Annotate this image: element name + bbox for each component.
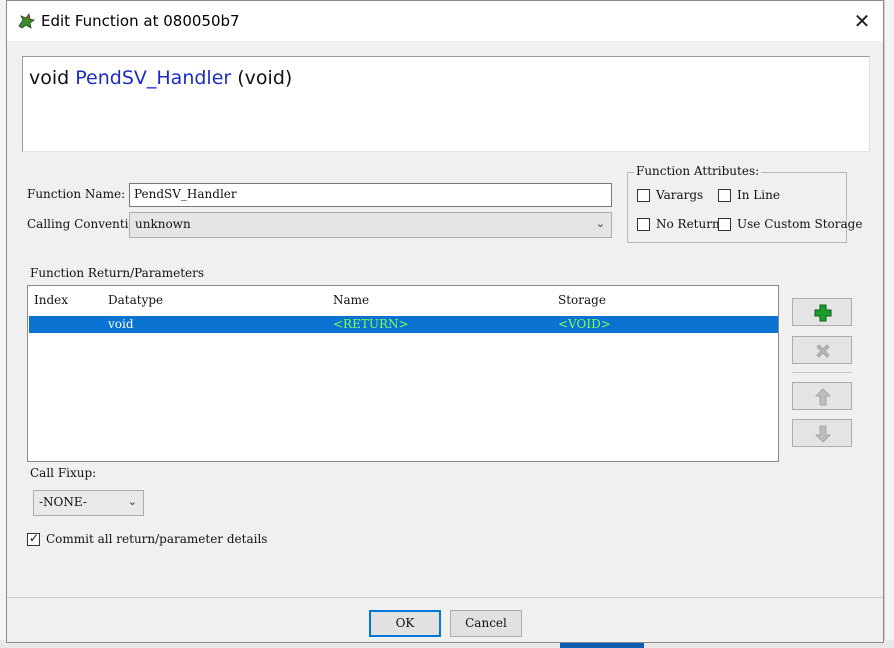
close-button[interactable]: ✕ — [847, 9, 877, 35]
custom-storage-checkbox-box[interactable] — [718, 217, 731, 231]
title-bar: Edit Function at 080050b7 ✕ — [7, 1, 883, 41]
side-buttons-separator — [792, 372, 852, 373]
no-return-label: No Return — [656, 217, 720, 231]
row-storage[interactable]: <VOID> — [558, 317, 611, 331]
cancel-button[interactable]: Cancel — [450, 610, 522, 637]
column-header-storage[interactable]: Storage — [558, 293, 606, 307]
row-datatype[interactable]: void — [108, 317, 134, 331]
signature-params: (void) — [237, 67, 293, 89]
function-name-label: Function Name: — [27, 187, 126, 201]
edit-function-dialog: Edit Function at 080050b7 ✕ void PendSV_… — [6, 0, 884, 643]
window-title: Edit Function at 080050b7 — [41, 12, 240, 30]
footer-separator — [7, 597, 883, 598]
arrow-up-icon — [815, 388, 831, 406]
call-fixup-label: Call Fixup: — [30, 466, 97, 480]
calling-convention-value: unknown — [135, 217, 191, 231]
varargs-label: Varargs — [656, 188, 704, 202]
call-fixup-select[interactable]: -NONE- ⌄ — [33, 490, 144, 516]
ok-button[interactable]: OK — [369, 610, 441, 637]
add-parameter-button[interactable] — [792, 298, 852, 326]
calling-convention-label: Calling Convention — [27, 217, 144, 231]
commit-details-checkbox[interactable]: Commit all return/parameter details — [27, 531, 268, 546]
custom-storage-label: Use Custom Storage — [737, 217, 863, 231]
inline-checkbox-box[interactable] — [718, 188, 731, 202]
remove-parameter-button[interactable] — [792, 336, 852, 364]
arrow-down-icon — [815, 425, 831, 443]
row-name[interactable]: <RETURN> — [333, 317, 409, 331]
custom-storage-checkbox[interactable]: Use Custom Storage — [718, 217, 862, 231]
chevron-down-icon: ⌄ — [595, 217, 605, 230]
chevron-down-icon: ⌄ — [127, 495, 137, 508]
call-fixup-value: -NONE- — [39, 495, 87, 509]
add-icon — [814, 304, 832, 322]
calling-convention-select[interactable]: unknown ⌄ — [129, 212, 612, 238]
no-return-checkbox[interactable]: No Return — [637, 217, 720, 231]
signature-function-name: PendSV_Handler — [75, 67, 232, 89]
move-up-button[interactable] — [792, 382, 852, 410]
move-down-button[interactable] — [792, 419, 852, 447]
signature-return-type: void — [29, 67, 70, 89]
close-icon: ✕ — [853, 9, 871, 33]
inline-label: In Line — [737, 188, 780, 202]
inline-checkbox[interactable]: In Line — [718, 188, 780, 202]
table-row[interactable]: void <RETURN> <VOID> — [29, 316, 778, 333]
function-name-field[interactable]: PendSV_Handler — [129, 183, 612, 207]
no-return-checkbox-box[interactable] — [637, 217, 650, 231]
column-header-index[interactable]: Index — [34, 293, 68, 307]
varargs-checkbox-box[interactable] — [637, 188, 650, 202]
background-window-right — [884, 0, 894, 648]
params-table[interactable]: Index Datatype Name Storage void <RETURN… — [27, 285, 779, 462]
params-section-label: Function Return/Parameters — [30, 266, 205, 280]
commit-details-checkbox-box[interactable] — [27, 531, 40, 546]
column-header-datatype[interactable]: Datatype — [108, 293, 163, 307]
column-header-name[interactable]: Name — [333, 293, 369, 307]
dragon-app-icon — [18, 13, 35, 29]
remove-icon — [816, 344, 830, 358]
function-signature-editor[interactable]: void PendSV_Handler (void) — [22, 56, 870, 152]
commit-details-label: Commit all return/parameter details — [46, 532, 268, 546]
function-attributes-group: Function Attributes: Varargs In Line No … — [627, 164, 862, 243]
varargs-checkbox[interactable]: Varargs — [637, 188, 703, 202]
function-attributes-legend: Function Attributes: — [634, 164, 762, 178]
